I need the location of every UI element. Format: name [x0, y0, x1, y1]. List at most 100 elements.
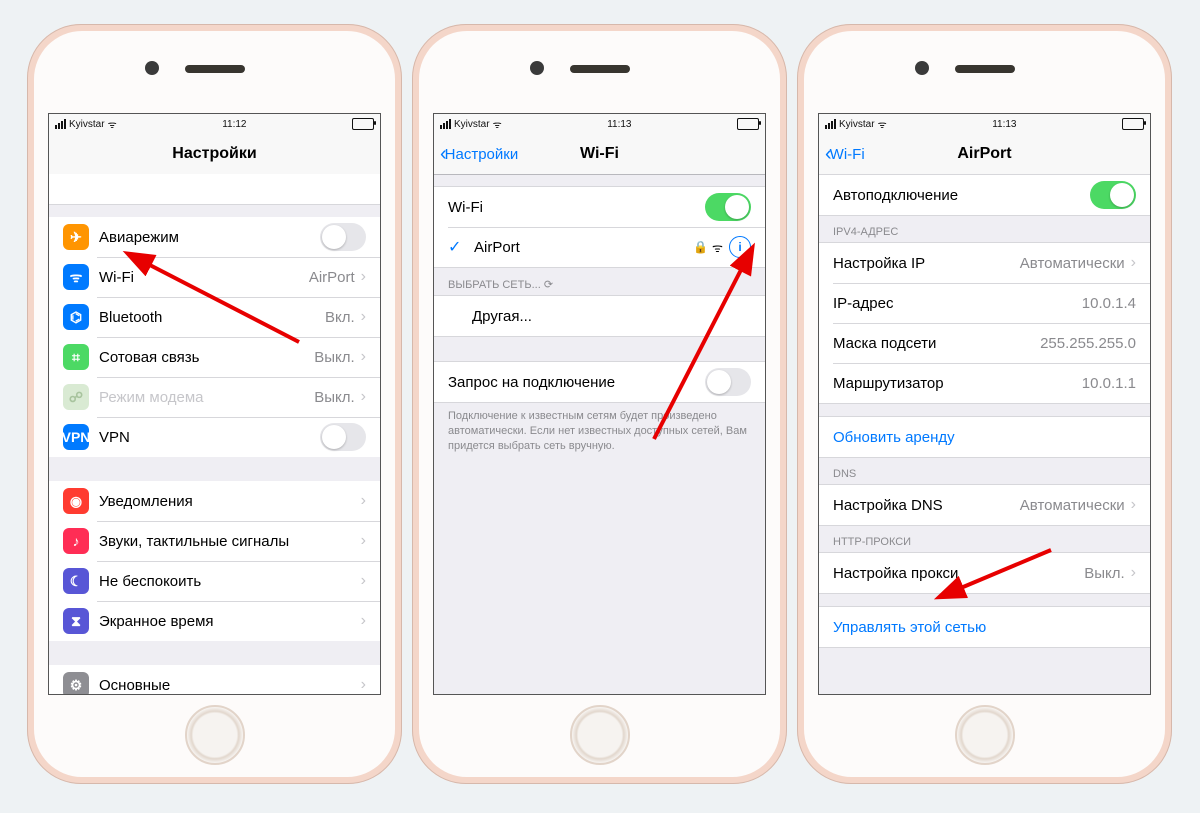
general-label: Основные: [99, 677, 355, 694]
row-bluetooth[interactable]: ⌬ Bluetooth Вкл. ›: [49, 297, 380, 337]
airplane-toggle[interactable]: [320, 223, 366, 251]
row-ask-to-join[interactable]: Запрос на подключение: [434, 362, 765, 402]
chevron-right-icon: ›: [361, 308, 366, 326]
choose-network-header: ВЫБРАТЬ СЕТЬ...: [434, 268, 765, 295]
back-label: Настройки: [445, 146, 519, 163]
row-general[interactable]: ⚙ Основные ›: [49, 665, 380, 694]
autojoin-toggle[interactable]: [1090, 181, 1136, 209]
row-wifi-master[interactable]: Wi-Fi: [434, 187, 765, 227]
row-router[interactable]: Маршрутизатор 10.0.1.1: [819, 363, 1150, 403]
ask-toggle[interactable]: [705, 368, 751, 396]
phone-inner: Kyivstar ᯤ 11:13 ‹ Настройки Wi-Fi Wi-Fi: [419, 31, 780, 777]
phone-frame-2: Kyivstar ᯤ 11:13 ‹ Настройки Wi-Fi Wi-Fi: [412, 24, 787, 784]
manage-label: Управлять этой сетью: [833, 619, 1136, 636]
status-bar: Kyivstar ᯤ 11:13: [819, 114, 1150, 134]
wifi-label: Wi-Fi: [99, 269, 303, 286]
row-ip-config[interactable]: Настройка IP Автоматически ›: [819, 243, 1150, 283]
profile-row[interactable]: [49, 174, 380, 205]
page-title: Настройки: [172, 145, 256, 163]
row-dnd[interactable]: ☾ Не беспокоить ›: [49, 561, 380, 601]
gear-icon: ⚙: [63, 672, 89, 694]
battery-icon: [737, 118, 759, 130]
bluetooth-icon: ⌬: [63, 304, 89, 330]
vpn-toggle[interactable]: [320, 423, 366, 451]
chevron-right-icon: ›: [361, 532, 366, 550]
back-button[interactable]: ‹ Настройки: [440, 144, 518, 164]
info-button[interactable]: i: [729, 236, 751, 258]
hotspot-value: Выкл.: [314, 389, 354, 406]
row-proxy-config[interactable]: Настройка прокси Выкл. ›: [819, 553, 1150, 593]
sounds-label: Звуки, тактильные сигналы: [99, 533, 355, 550]
chevron-right-icon: ›: [361, 348, 366, 366]
row-screentime[interactable]: ⧗ Экранное время ›: [49, 601, 380, 641]
ipconfig-value: Автоматически: [1020, 255, 1125, 272]
hourglass-icon: ⧗: [63, 608, 89, 634]
status-bar: Kyivstar ᯤ 11:12: [49, 114, 380, 134]
wifi-list[interactable]: Wi-Fi ✓ AirPort 🔒 ᯤ i ВЫБРАТЬ СЕТЬ... Др…: [434, 174, 765, 694]
home-button[interactable]: [185, 705, 245, 765]
hotspot-icon: ☍: [63, 384, 89, 410]
row-cellular[interactable]: ⌗ Сотовая связь Выкл. ›: [49, 337, 380, 377]
wifi-toggle[interactable]: [705, 193, 751, 221]
row-vpn[interactable]: VPN VPN: [49, 417, 380, 457]
lock-icon: 🔒: [693, 240, 708, 254]
row-airplane-mode[interactable]: ✈ Авиарежим: [49, 217, 380, 257]
row-hotspot[interactable]: ☍ Режим модема Выкл. ›: [49, 377, 380, 417]
settings-list[interactable]: ✈ Авиарежим ᯤ Wi-Fi AirPort › ⌬ Bluetoot…: [49, 174, 380, 694]
row-auto-join[interactable]: Автоподключение: [819, 175, 1150, 215]
back-button[interactable]: ‹ Wi-Fi: [825, 144, 865, 164]
wifi-value: AirPort: [309, 269, 355, 286]
ip-label: IP-адрес: [833, 295, 1076, 312]
home-button[interactable]: [570, 705, 630, 765]
row-dns-config[interactable]: Настройка DNS Автоматически ›: [819, 485, 1150, 525]
row-manage-network[interactable]: Управлять этой сетью: [819, 607, 1150, 647]
router-label: Маршрутизатор: [833, 375, 1076, 392]
moon-icon: ☾: [63, 568, 89, 594]
wifi-icon: ᯤ: [878, 117, 887, 131]
wifi-master-label: Wi-Fi: [448, 199, 705, 216]
battery-icon: [352, 118, 374, 130]
vpn-label: VPN: [99, 429, 320, 446]
network-detail-list[interactable]: Автоподключение IPV4-АДРЕС Настройка IP …: [819, 174, 1150, 694]
chevron-right-icon: ›: [361, 676, 366, 694]
nav-bar: ‹ Wi-Fi AirPort: [819, 134, 1150, 175]
chevron-right-icon: ›: [361, 492, 366, 510]
page-title: Wi-Fi: [580, 145, 619, 163]
row-ip-address[interactable]: IP-адрес 10.0.1.4: [819, 283, 1150, 323]
vpn-icon: VPN: [63, 424, 89, 450]
screen-network-detail: Kyivstar ᯤ 11:13 ‹ Wi-Fi AirPort Автопод…: [818, 113, 1151, 695]
phone-frame-3: Kyivstar ᯤ 11:13 ‹ Wi-Fi AirPort Автопод…: [797, 24, 1172, 784]
front-camera: [915, 61, 929, 75]
row-notifications[interactable]: ◉ Уведомления ›: [49, 481, 380, 521]
battery-icon: [1122, 118, 1144, 130]
wifi-icon: ᯤ: [108, 117, 117, 131]
sounds-icon: ♪: [63, 528, 89, 554]
row-connected-network[interactable]: ✓ AirPort 🔒 ᯤ i: [434, 227, 765, 267]
dns-label: Настройка DNS: [833, 497, 1014, 514]
airplane-label: Авиарежим: [99, 229, 320, 246]
row-other-network[interactable]: Другая...: [434, 296, 765, 336]
row-sounds[interactable]: ♪ Звуки, тактильные сигналы ›: [49, 521, 380, 561]
home-button[interactable]: [955, 705, 1015, 765]
ip-value: 10.0.1.4: [1082, 295, 1136, 312]
ipv4-header: IPV4-АДРЕС: [819, 216, 1150, 242]
ipconfig-label: Настройка IP: [833, 255, 1014, 272]
row-subnet-mask[interactable]: Маска подсети 255.255.255.0: [819, 323, 1150, 363]
chevron-right-icon: ›: [361, 388, 366, 406]
clock-label: 11:13: [607, 119, 631, 130]
cellular-value: Выкл.: [314, 349, 354, 366]
page-title: AirPort: [957, 145, 1011, 163]
mask-label: Маска подсети: [833, 335, 1034, 352]
row-renew-lease[interactable]: Обновить аренду: [819, 417, 1150, 457]
cell-signal-icon: [55, 119, 66, 129]
airplane-icon: ✈: [63, 224, 89, 250]
status-bar: Kyivstar ᯤ 11:13: [434, 114, 765, 134]
chevron-right-icon: ›: [1131, 496, 1136, 514]
checkmark-icon: ✓: [448, 237, 464, 257]
row-wifi[interactable]: ᯤ Wi-Fi AirPort ›: [49, 257, 380, 297]
bluetooth-label: Bluetooth: [99, 309, 319, 326]
dns-value: Автоматически: [1020, 497, 1125, 514]
speaker-grille: [185, 65, 245, 73]
wifi-icon: ᯤ: [63, 264, 89, 290]
carrier-label: Kyivstar: [454, 119, 490, 130]
